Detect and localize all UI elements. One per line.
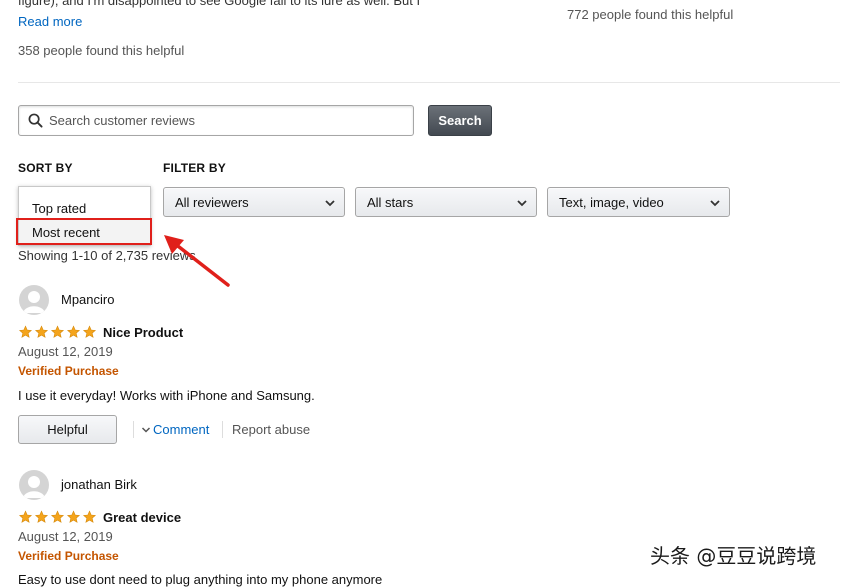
review-date: August 12, 2019 bbox=[18, 529, 113, 544]
review-title[interactable]: Nice Product bbox=[103, 325, 183, 340]
reviewer-name[interactable]: Mpanciro bbox=[61, 292, 114, 307]
star-icon bbox=[50, 325, 65, 338]
filter-by-header: FILTER BY bbox=[163, 161, 226, 175]
star-icon bbox=[82, 510, 97, 523]
media-filter-value: Text, image, video bbox=[559, 195, 664, 210]
sort-option-label: Top rated bbox=[32, 201, 87, 216]
action-separator bbox=[133, 421, 134, 438]
search-icon bbox=[28, 113, 43, 128]
report-abuse-link[interactable]: Report abuse bbox=[232, 422, 310, 437]
review-date: August 12, 2019 bbox=[18, 344, 113, 359]
media-filter-dropdown[interactable]: Text, image, video bbox=[547, 187, 730, 217]
review-body: I use it everyday! Works with iPhone and… bbox=[18, 388, 315, 403]
chevron-down-icon bbox=[325, 200, 335, 207]
star-icon bbox=[18, 325, 33, 338]
star-icon bbox=[66, 325, 81, 338]
section-divider bbox=[18, 82, 840, 83]
watermark: 头条 @豆豆说跨境 bbox=[650, 544, 817, 568]
review-title[interactable]: Great device bbox=[103, 510, 181, 525]
helpful-button[interactable]: Helpful bbox=[18, 415, 117, 444]
star-icon bbox=[50, 510, 65, 523]
chevron-down-icon bbox=[141, 427, 151, 433]
reviewers-filter-dropdown[interactable]: All reviewers bbox=[163, 187, 345, 217]
avatar bbox=[19, 470, 49, 500]
star-icon bbox=[34, 325, 49, 338]
helpful-count-right: 772 people found this helpful bbox=[567, 7, 734, 22]
previous-review-text: figure), and I'm disappointed to see Goo… bbox=[18, 0, 421, 8]
stars-filter-dropdown[interactable]: All stars bbox=[355, 187, 537, 217]
read-more-link[interactable]: Read more bbox=[18, 14, 82, 29]
user-icon bbox=[23, 476, 45, 498]
comment-link[interactable]: Comment bbox=[153, 422, 209, 437]
star-rating[interactable] bbox=[18, 510, 97, 524]
search-reviews-box[interactable] bbox=[18, 105, 414, 136]
sort-by-header: SORT BY bbox=[18, 161, 73, 175]
reviewer-name[interactable]: jonathan Birk bbox=[61, 477, 137, 492]
helpful-count: 358 people found this helpful bbox=[18, 43, 185, 58]
stars-filter-value: All stars bbox=[367, 195, 414, 210]
sort-option-top-rated[interactable]: Top rated bbox=[19, 196, 150, 220]
star-icon bbox=[18, 510, 33, 523]
star-icon bbox=[66, 510, 81, 523]
action-separator bbox=[222, 421, 223, 438]
search-button[interactable]: Search bbox=[428, 105, 492, 136]
annotation-highlight-box bbox=[16, 218, 152, 245]
search-input[interactable] bbox=[49, 106, 399, 135]
annotation-arrow-icon bbox=[164, 235, 230, 287]
chevron-down-icon bbox=[517, 200, 527, 207]
verified-purchase-badge: Verified Purchase bbox=[18, 364, 119, 378]
star-rating[interactable] bbox=[18, 325, 97, 339]
verified-purchase-badge: Verified Purchase bbox=[18, 549, 119, 563]
avatar bbox=[19, 285, 49, 315]
user-icon bbox=[23, 291, 45, 313]
star-icon bbox=[82, 325, 97, 338]
reviewers-filter-value: All reviewers bbox=[175, 195, 249, 210]
star-icon bbox=[34, 510, 49, 523]
chevron-down-icon bbox=[710, 200, 720, 207]
